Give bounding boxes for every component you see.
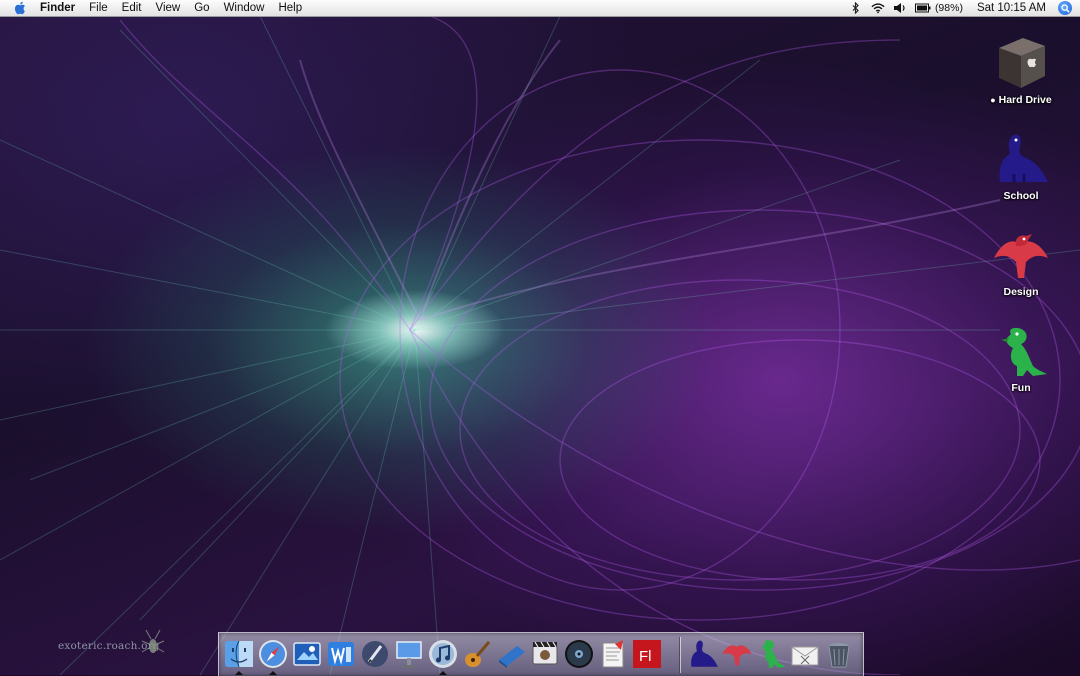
desktop-icon-label-hard-drive: ● Hard Drive bbox=[990, 94, 1052, 106]
trash-icon[interactable] bbox=[823, 638, 855, 670]
battery-percent[interactable]: (98%) bbox=[935, 2, 963, 14]
green-dinosaur-stack-icon[interactable] bbox=[755, 638, 787, 670]
flash-icon-label: Fl bbox=[639, 648, 652, 665]
cockroach-logo-icon bbox=[140, 628, 166, 663]
word-icon[interactable] bbox=[325, 638, 357, 670]
red-dinosaur-folder-icon bbox=[989, 218, 1053, 282]
apple-icon: ● bbox=[990, 95, 996, 105]
green-dinosaur-folder-icon bbox=[989, 314, 1053, 378]
desktop-icon-label-design: Design bbox=[1003, 286, 1039, 298]
menu-clock[interactable]: Sat 10:15 AM bbox=[977, 2, 1046, 14]
wifi-icon[interactable] bbox=[871, 1, 885, 15]
menu-edit[interactable]: Edit bbox=[122, 2, 142, 14]
spotlight-search-icon[interactable] bbox=[1058, 1, 1072, 15]
desktop-icon-label-fun: Fun bbox=[1011, 382, 1031, 394]
safari-icon[interactable] bbox=[257, 638, 289, 670]
desktop-icon-fun[interactable]: Fun bbox=[981, 314, 1061, 396]
running-indicator bbox=[235, 671, 243, 675]
running-indicator bbox=[269, 671, 277, 675]
red-dinosaur-stack-icon[interactable] bbox=[721, 638, 753, 670]
blue-dinosaur-stack-icon[interactable] bbox=[687, 638, 719, 670]
menu-help[interactable]: Help bbox=[278, 2, 302, 14]
notebook-icon[interactable] bbox=[495, 638, 527, 670]
desktop-icon-label-school: School bbox=[1003, 190, 1039, 202]
blue-dinosaur-folder-icon bbox=[989, 122, 1053, 186]
dock: Fl bbox=[218, 632, 864, 676]
itunes-icon[interactable] bbox=[427, 638, 459, 670]
hard-drive-icon bbox=[989, 26, 1053, 90]
menu-window[interactable]: Window bbox=[224, 2, 265, 14]
iphoto-icon[interactable] bbox=[291, 638, 323, 670]
mail-envelope-icon[interactable] bbox=[789, 638, 821, 670]
volume-icon[interactable] bbox=[893, 1, 907, 15]
imovie-icon[interactable] bbox=[529, 638, 561, 670]
script-editor-icon[interactable] bbox=[597, 638, 629, 670]
menu-app-name[interactable]: Finder bbox=[40, 2, 75, 14]
battery-icon[interactable] bbox=[914, 1, 931, 15]
finder-icon[interactable] bbox=[223, 638, 255, 670]
dvd-player-icon[interactable] bbox=[563, 638, 595, 670]
desktop-icon-hard-drive[interactable]: ● Hard Drive bbox=[981, 26, 1061, 108]
running-indicator bbox=[439, 671, 447, 675]
menu-file[interactable]: File bbox=[89, 2, 108, 14]
menu-extras: (98%) Sat 10:15 AM bbox=[849, 0, 1080, 16]
desktop-icon-school[interactable]: School bbox=[981, 122, 1061, 204]
desktop-wallpaper bbox=[0, 0, 1080, 675]
apple-icon[interactable] bbox=[14, 1, 28, 15]
desktop-icon-design[interactable]: Design bbox=[981, 218, 1061, 300]
flash-icon[interactable]: Fl bbox=[631, 638, 663, 670]
menu-bar: Finder File Edit View Go Window Help (98… bbox=[0, 0, 1080, 17]
keynote-icon[interactable] bbox=[393, 638, 425, 670]
menu-view[interactable]: View bbox=[156, 2, 181, 14]
garageband-icon[interactable] bbox=[461, 638, 493, 670]
bluetooth-icon[interactable] bbox=[849, 1, 863, 15]
fractal-rays bbox=[0, 15, 1080, 675]
pen-tool-icon[interactable] bbox=[359, 638, 391, 670]
menu-go[interactable]: Go bbox=[194, 2, 209, 14]
dock-separator bbox=[679, 637, 680, 673]
